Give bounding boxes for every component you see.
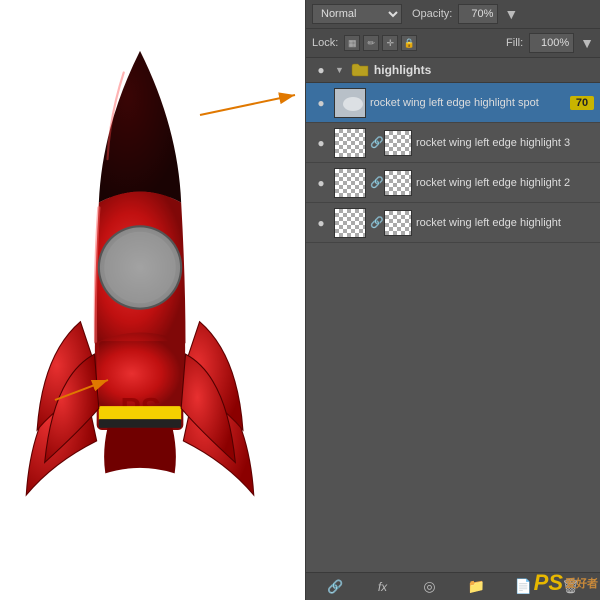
layer-3-name: rocket wing left edge highlight (416, 217, 594, 229)
folder-icon (351, 63, 369, 77)
layers-list: ● rocket wing left edge highlight spot 7… (306, 83, 600, 243)
layer-2-link-icon: 🔗 (370, 176, 380, 189)
lock-position-btn[interactable]: ✛ (382, 35, 398, 51)
new-layer-btn[interactable]: 📄 (513, 577, 535, 597)
watermark: PS 爱好者 (534, 570, 598, 596)
lock-label: Lock: (312, 37, 338, 49)
lock-transparency-btn[interactable]: ▦ (344, 35, 360, 51)
layer-1-name: rocket wing left edge highlight 3 (416, 137, 594, 149)
layer-2-visibility[interactable]: ● (312, 176, 330, 190)
layer-2-name: rocket wing left edge highlight 2 (416, 177, 594, 189)
lock-icons: ▦ ✏ ✛ 🔒 (344, 35, 417, 51)
new-group-btn[interactable]: 📁 (466, 577, 488, 597)
fill-arrow[interactable]: ▼ (580, 35, 594, 51)
layer-2-thumb (334, 168, 366, 198)
layer-3-visibility[interactable]: ● (312, 216, 330, 230)
link-layers-btn[interactable]: 🔗 (325, 577, 347, 597)
lock-all-btn[interactable]: 🔒 (401, 35, 417, 51)
opacity-label: Opacity: (412, 8, 452, 20)
canvas-area: PS (0, 0, 305, 600)
layer-1-mask (384, 130, 412, 156)
layer-row-0[interactable]: ● rocket wing left edge highlight spot 7… (306, 83, 600, 123)
lock-fill-bar: Lock: ▦ ✏ ✛ 🔒 Fill: ▼ (306, 29, 600, 58)
folder-visibility-icon[interactable]: ● (312, 63, 330, 77)
layer-2-mask (384, 170, 412, 196)
blend-mode-select[interactable]: Normal (312, 4, 402, 24)
layer-1-thumb (334, 128, 366, 158)
layer-3-link-icon: 🔗 (370, 216, 380, 229)
opacity-input[interactable] (458, 4, 498, 24)
rocket-image: PS (20, 40, 280, 580)
panel-top-bar: Normal Opacity: ▼ (306, 0, 600, 29)
fx-btn[interactable]: fx (372, 577, 394, 597)
fill-input[interactable] (529, 33, 574, 53)
folder-row-highlights[interactable]: ● ▼ highlights (306, 58, 600, 83)
layer-row-1[interactable]: ● 🔗 rocket wing left edge highlight 3 (306, 123, 600, 163)
layer-3-thumb (334, 208, 366, 238)
fill-label: Fill: (506, 37, 523, 49)
lock-paint-btn[interactable]: ✏ (363, 35, 379, 51)
opacity-arrow[interactable]: ▼ (504, 6, 518, 22)
layer-0-visibility[interactable]: ● (312, 96, 330, 110)
layer-row-3[interactable]: ● 🔗 rocket wing left edge highlight (306, 203, 600, 243)
watermark-ps: PS (534, 570, 563, 596)
layer-0-name: rocket wing left edge highlight spot (370, 97, 566, 109)
layer-0-thumb (334, 88, 366, 118)
layer-0-badge: 70 (570, 96, 594, 110)
layer-3-mask (384, 210, 412, 236)
folder-name: highlights (374, 63, 431, 77)
watermark-site: 爱好者 (565, 575, 598, 591)
layer-1-link-icon: 🔗 (370, 136, 380, 149)
folder-expand-icon[interactable]: ▼ (335, 65, 344, 75)
layer-row-2[interactable]: ● 🔗 rocket wing left edge highlight 2 (306, 163, 600, 203)
add-mask-btn[interactable]: ◎ (419, 577, 441, 597)
layer-1-visibility[interactable]: ● (312, 136, 330, 150)
layers-panel: Normal Opacity: ▼ Lock: ▦ ✏ ✛ 🔒 Fill: ▼ … (305, 0, 600, 600)
